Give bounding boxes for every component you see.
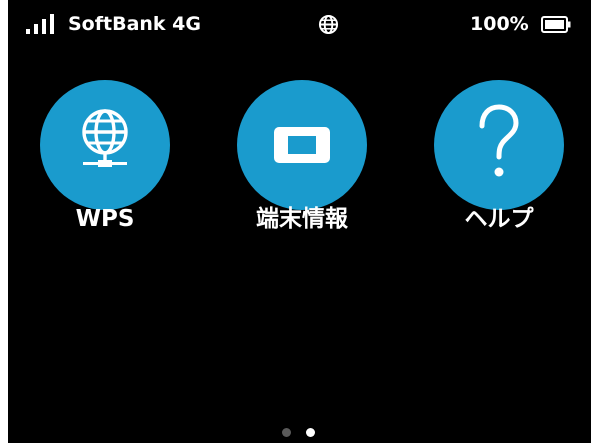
battery-percent: 100% <box>470 13 529 35</box>
app-device-info-label: 端末情報 <box>256 206 348 232</box>
device-screen: SoftBank 4G 100% WPS 端末情報 ヘルプ <box>8 0 591 443</box>
app-wps-button[interactable] <box>40 80 170 210</box>
app-help-button[interactable] <box>434 80 564 210</box>
globe-icon <box>318 14 339 35</box>
app-device-info-button[interactable] <box>237 80 367 210</box>
app-device-info[interactable]: 端末情報 <box>237 80 367 240</box>
page-dot-1[interactable] <box>282 428 291 437</box>
app-help-label: ヘルプ <box>464 206 534 232</box>
app-wps-label: WPS <box>75 206 135 232</box>
status-bar: SoftBank 4G 100% <box>8 0 591 44</box>
question-mark-icon <box>479 104 519 177</box>
page-indicator <box>282 428 322 440</box>
device-info-icon <box>274 127 330 163</box>
battery-full-icon <box>541 16 571 33</box>
app-wps[interactable]: WPS <box>40 80 170 240</box>
signal-bars-icon <box>26 14 54 34</box>
page-dot-2[interactable] <box>306 428 315 437</box>
carrier-label: SoftBank 4G <box>68 13 201 35</box>
app-help[interactable]: ヘルプ <box>434 80 564 240</box>
network-globe-icon <box>82 109 128 167</box>
